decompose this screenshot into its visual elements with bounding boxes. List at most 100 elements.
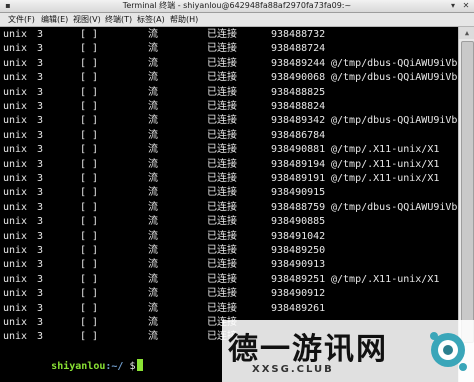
menu-terminal[interactable]: 终端(T) [105,13,132,26]
cell-proto: unix [3,173,28,184]
cell-inode: 938488724 [271,43,326,55]
cell-flags: [ ] [80,216,99,228]
cell-state: 已连接 [207,129,237,141]
prompt-symbol: $ [129,361,136,373]
cell-inode: 938489251 [271,273,326,285]
socket-row: unix 3 [ ] 流 已连接 938490915 [0,186,458,200]
menu-edit[interactable]: 编辑(E) [41,13,68,26]
cell-type: 流 [148,115,158,127]
cell-state: 已连接 [207,86,237,98]
cell-type: 流 [148,173,158,184]
cell-type: 流 [148,72,158,84]
socket-row: unix 3 [ ] 流 已连接 938490913 [0,258,458,272]
cell-refcnt: 3 [37,288,44,300]
cell-state: 已连接 [207,72,237,84]
cell-state: 已连接 [207,158,237,170]
cell-refcnt: 3 [37,158,44,170]
cell-proto: unix [3,317,28,328]
cell-refcnt: 3 [37,201,44,213]
cell-proto: unix [3,144,28,156]
cell-refcnt: 3 [37,216,44,228]
cell-proto: unix [3,259,28,271]
minimize-icon[interactable]: ▾ [448,1,458,11]
socket-row: unix 3 [ ] 流 已连接 938491042 [0,230,458,244]
cell-refcnt: 3 [37,302,44,314]
socket-row: unix 3 [ ] 流 已连接 938489244 @/tmp/dbus-QQiAWU9i… [0,57,458,71]
cell-state: 已连接 [207,187,237,199]
socket-row: unix 3 [ ] 流 已连接 938488732 [0,28,458,42]
socket-row: unix 3 [ ] 流 已连接 938486784 [0,129,458,143]
cell-proto: unix [3,57,28,69]
cell-inode: 938489250 [271,245,326,256]
cell-refcnt: 3 [37,245,44,256]
cell-proto: unix [3,201,28,213]
cell-flags: [ ] [80,273,99,285]
cell-inode: 938490913 [271,259,326,271]
socket-row: unix 3 [ ] 流 已连接 938490885 [0,215,458,229]
socket-row: unix 3 [ ] 流 已连接 938489342 @/tmp/dbus-QQiAWU9i… [0,114,458,128]
cell-state: 已连接 [207,259,237,271]
cell-flags: [ ] [80,57,99,69]
cell-inode: 938488825 [271,86,326,98]
cell-state: 已连接 [207,57,237,69]
cell-flags: [ ] [80,115,99,127]
cell-path: @/tmp/.X11-unix/X1 [331,273,440,285]
cell-type: 流 [148,273,158,285]
window-title: Terminal 终端 - shiyanlou@642948fa88af2970… [122,1,352,10]
text-cursor [137,359,144,372]
cell-state: 已连接 [207,201,237,213]
cell-refcnt: 3 [37,317,44,328]
cell-state: 已连接 [207,43,237,55]
cell-flags: [ ] [80,86,99,98]
cell-proto: unix [3,129,28,141]
cell-type: 流 [148,331,158,343]
cell-refcnt: 3 [37,144,44,156]
socket-row: unix 3 [ ] 流 已连接 938489191 @/tmp/.X11-unix/X1 [0,172,458,186]
scroll-up-icon[interactable]: ▲ [459,27,474,39]
cell-proto: unix [3,43,28,55]
socket-row: unix 3 [ ] 流 已连接 938489261 [0,302,458,316]
cell-type: 流 [148,187,158,199]
menu-help[interactable]: 帮助(H) [170,13,198,26]
cell-state: 已连接 [207,245,237,256]
socket-row: unix 3 [ ] 流 已连接 938489250 [0,244,458,258]
menu-file[interactable]: 文件(F) [8,13,35,26]
scroll-thumb[interactable] [461,41,474,343]
socket-row: unix 3 [ ] 流 已连接 938488724 [0,42,458,56]
cell-flags: [ ] [80,230,99,242]
cell-path: @/tmp/.X11-unix/X1 [331,158,440,170]
cell-flags: [ ] [80,101,99,112]
socket-row: unix 3 [ ] 流 已连接 938488759 @/tmp/dbus-QQiAWU9i… [0,201,458,215]
cell-inode: 938488732 [271,29,326,40]
watermark-subtext: XXSG.CLUB [252,364,334,375]
cell-flags: [ ] [80,201,99,213]
socket-row: unix 3 [ ] 流 已连接 938488824 [0,100,458,114]
cell-inode: 938490881 [271,144,326,156]
cell-path: @/tmp/.X11-unix/X1 [331,173,440,184]
cell-proto: unix [3,216,28,228]
prompt-user: shiyanlou [51,361,106,373]
cell-proto: unix [3,288,28,300]
cell-type: 流 [148,216,158,228]
cell-inode: 938491042 [271,230,326,242]
cell-flags: [ ] [80,43,99,55]
watermark: 德一游讯网 XXSG.CLUB [222,320,474,382]
cell-refcnt: 3 [37,230,44,242]
cell-state: 已连接 [207,115,237,127]
cell-flags: [ ] [80,245,99,256]
cell-type: 流 [148,29,158,40]
cell-refcnt: 3 [37,173,44,184]
cell-inode: 938489261 [271,302,326,314]
cell-state: 已连接 [207,230,237,242]
cell-proto: unix [3,115,28,127]
menu-view[interactable]: 视图(V) [73,13,101,26]
menu-tabs[interactable]: 标签(A) [137,13,165,26]
close-icon[interactable]: ✕ [461,1,471,11]
cell-proto: unix [3,230,28,242]
cell-flags: [ ] [80,72,99,84]
socket-row: unix 3 [ ] 流 已连接 938490912 [0,287,458,301]
cell-proto: unix [3,245,28,256]
cell-flags: [ ] [80,173,99,184]
socket-row: unix 3 [ ] 流 已连接 938490881 @/tmp/.X11-unix/X1 [0,143,458,157]
socket-row: unix 3 [ ] 流 已连接 938490068 @/tmp/dbus-QQiAWU9i… [0,71,458,85]
